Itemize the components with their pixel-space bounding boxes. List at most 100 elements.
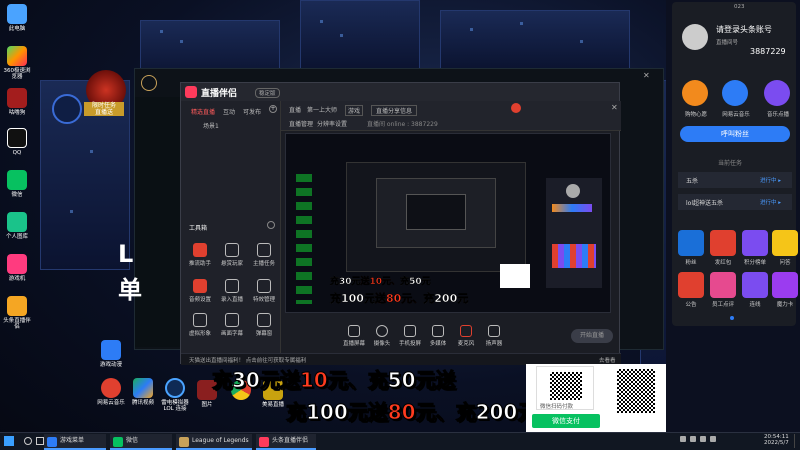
desktop-icon-label: 360极速浏览器 [3, 68, 31, 80]
desktop-icon-tencent-video[interactable]: 腾讯视频 [128, 378, 158, 406]
tool-label: 录入直播 [220, 297, 243, 303]
taskbar-game-menu[interactable]: 游戏菜单 [44, 434, 106, 450]
top-row-label[interactable]: 分辨率设置 [317, 119, 347, 128]
pager-dot[interactable] [730, 316, 734, 320]
camera-icon [376, 325, 388, 337]
desktop-icon-app[interactable]: 咕噜狗 [2, 88, 32, 116]
music-request-icon[interactable] [764, 80, 790, 106]
tool-record[interactable]: 录入直播 [217, 279, 247, 303]
control-speaker[interactable]: 扬声器 [477, 325, 511, 347]
link-icon[interactable] [742, 272, 768, 298]
control-label: 扬声器 [485, 341, 503, 347]
top-tab[interactable]: 第一上大师 [307, 105, 337, 114]
task-view-icon[interactable] [36, 437, 44, 445]
tool-label: 画面字幕 [220, 331, 243, 337]
tool-audio[interactable]: 音频设置 [185, 279, 215, 303]
task-action[interactable]: 进行中 ▸ [760, 176, 781, 184]
scene-label[interactable]: 场景1 [203, 121, 219, 130]
tray-icon[interactable] [700, 436, 706, 442]
preview-promo: 充100元送80元、充200元 [330, 292, 469, 306]
profile-icon[interactable] [511, 103, 521, 113]
notice-button[interactable]: 去看看 [599, 356, 616, 364]
top-tab[interactable]: 直播分享信息 [371, 105, 418, 116]
grid-label: 问答 [779, 260, 791, 266]
tool-stream-helper[interactable]: 推流助手 [185, 243, 215, 267]
staff-icon[interactable] [710, 272, 736, 298]
music-service-icon[interactable] [722, 80, 748, 106]
share-button[interactable]: 呼叫粉丝 [680, 126, 790, 142]
taskbar-wechat[interactable]: 微信 [110, 434, 172, 450]
desktop-icon-label: QQ [12, 150, 22, 156]
add-scene-icon[interactable]: + [269, 105, 277, 113]
tool-bounty[interactable]: 悬赏玩家 [217, 243, 247, 267]
tool-effects[interactable]: 特效管理 [249, 279, 279, 303]
desktop-icon-wechat[interactable]: 微信 [2, 170, 32, 198]
top-tab[interactable]: 直播 [289, 105, 301, 114]
desktop-icon-qq[interactable]: QQ [2, 128, 32, 156]
go-live-button[interactable]: 开始直播 [571, 329, 613, 343]
wallpaper-building [440, 10, 630, 70]
desktop-icon-game[interactable]: 游戏机 [2, 254, 32, 282]
desktop-icon-gallery[interactable]: 个人图库 [2, 212, 32, 240]
task-action[interactable]: 进行中 ▸ [760, 198, 781, 206]
broadcast-window[interactable]: 直播伴侣 稳定版 精选直播 互动 可发布 + 场景1 工具箱 推流助手 悬赏玩家… [180, 82, 621, 365]
tool-danmaku[interactable]: 弹幕窗 [249, 313, 279, 337]
user-name[interactable]: 请登录头条账号 [716, 24, 772, 35]
desktop-icon-netease[interactable]: 网易云音乐 [96, 378, 126, 406]
top-tab[interactable]: 游戏 [345, 105, 364, 116]
tray-icon[interactable] [710, 436, 716, 442]
desktop-icon-emulator[interactable]: 雷电模拟器 LOL 连接 [160, 378, 190, 412]
grid-label: 粉丝 [685, 260, 697, 266]
effects-icon [257, 279, 271, 293]
task-row[interactable]: lol超神送五杀 进行中 ▸ [678, 194, 792, 210]
shopping-icon[interactable] [682, 80, 708, 106]
tool-label: 弹幕窗 [255, 331, 273, 337]
show-desktop-button[interactable] [794, 434, 798, 448]
desktop-icon-browser[interactable]: 360极速浏览器 [2, 46, 32, 80]
tray-icon[interactable] [690, 436, 696, 442]
tab-interact[interactable]: 互动 [223, 107, 235, 116]
magic-card-icon[interactable] [772, 272, 798, 298]
windows-start-icon[interactable] [4, 436, 14, 446]
task-name: lol超神送五杀 [686, 200, 724, 207]
desktop-icon-label: 网易云音乐 [97, 400, 125, 406]
preview-canvas[interactable]: 充30元送10元、充50元 充100元送80元、充200元 [285, 133, 611, 313]
qr-code [547, 369, 585, 403]
redpack-icon[interactable] [710, 230, 736, 256]
league-icon [179, 437, 189, 447]
tool-label: 推流助手 [188, 261, 211, 267]
desktop-icon-computer[interactable]: 此电脑 [2, 4, 32, 32]
taskbar-league[interactable]: League of Legends [176, 434, 252, 450]
taskbar-clock[interactable]: 20:54:11 2022/5/7 [764, 434, 789, 446]
user-avatar[interactable] [682, 24, 708, 50]
search-icon[interactable] [24, 437, 32, 445]
tool-label: 特效管理 [252, 297, 275, 303]
wechat-icon [113, 437, 123, 447]
grid-label: 积分榜单 [743, 260, 766, 266]
promo-line-2: 充100元送80元、充200元送 [286, 400, 558, 425]
desktop-icon-live[interactable]: 头条直播伴侣 [2, 296, 32, 330]
notice-icon[interactable] [678, 272, 704, 298]
qa-icon[interactable] [772, 230, 798, 256]
tray-icon[interactable] [680, 436, 686, 442]
task-row[interactable]: 五杀 进行中 ▸ [678, 172, 792, 188]
tools-settings-icon[interactable] [267, 221, 275, 229]
tab-featured[interactable]: 精选直播 [191, 107, 215, 116]
top-row-label[interactable]: 直播管理 [289, 119, 313, 128]
desktop-icon-label: 图片 [201, 402, 213, 408]
wechat-pay-button[interactable]: 微信支付 [532, 414, 600, 428]
tool-task[interactable]: 主播任务 [249, 243, 279, 267]
nested-preview-core [406, 194, 466, 230]
close-icon[interactable]: ✕ [611, 103, 618, 112]
tab-publish[interactable]: 可发布 [243, 107, 261, 116]
grid-label: 连线 [749, 302, 761, 308]
tool-avatar[interactable]: 虚拟形象 [185, 313, 215, 337]
stream-helper-icon [193, 243, 207, 257]
taskbar-broadcast[interactable]: 头条直播伴侣 [256, 434, 316, 450]
desktop-icon-anime[interactable]: 游戏动漫 [96, 340, 126, 368]
tool-subtitle[interactable]: 画面字幕 [217, 313, 247, 337]
close-icon[interactable]: ✕ [643, 71, 661, 81]
fans-icon[interactable] [678, 230, 704, 256]
task-heading: 当前任务 [718, 160, 743, 167]
ranking-icon[interactable] [742, 230, 768, 256]
